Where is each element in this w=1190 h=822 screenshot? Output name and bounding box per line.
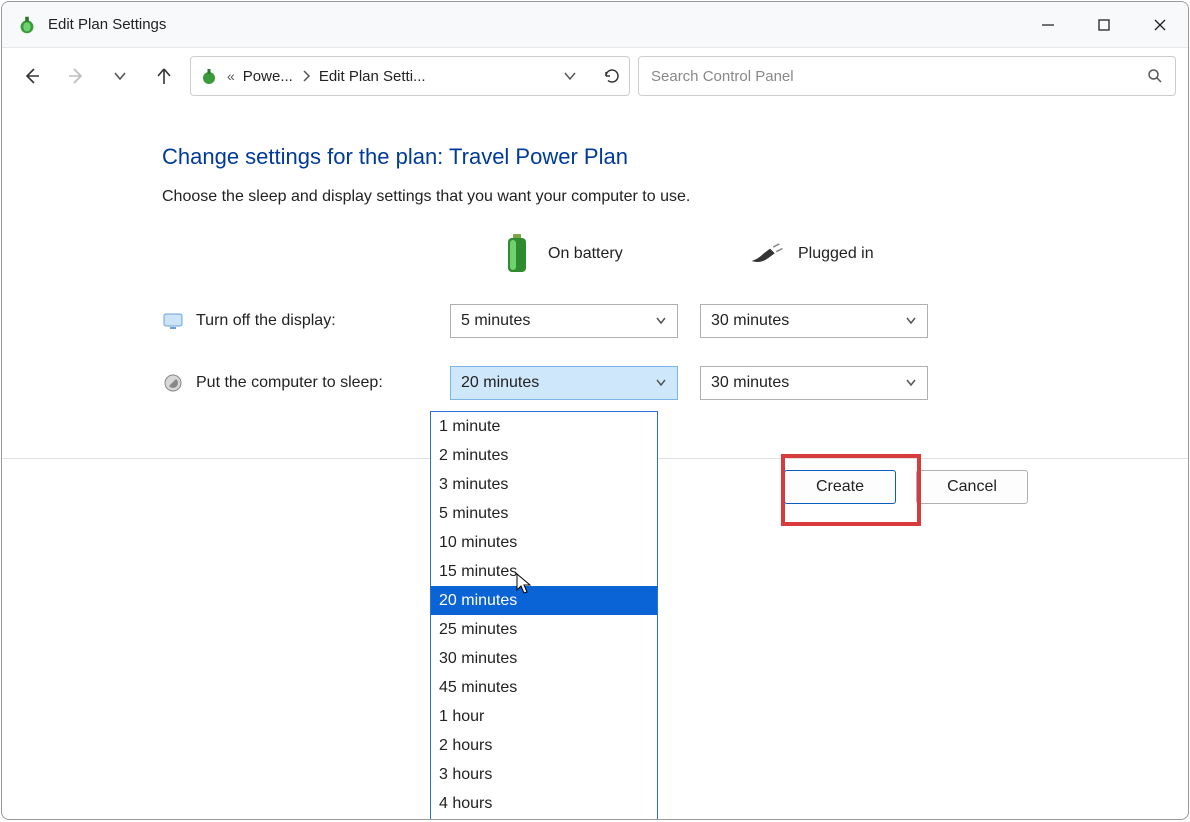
dropdown-option[interactable]: 30 minutes xyxy=(431,644,657,673)
nav-toolbar: « Powe... Edit Plan Setti... Search Cont… xyxy=(2,48,1188,104)
dropdown-option[interactable]: 3 hours xyxy=(431,760,657,789)
chevron-down-icon xyxy=(655,377,667,389)
breadcrumb-item-power[interactable]: Powe... xyxy=(243,68,293,85)
recent-locations-button[interactable] xyxy=(102,58,138,94)
forward-button[interactable] xyxy=(58,58,94,94)
up-button[interactable] xyxy=(146,58,182,94)
dropdown-option[interactable]: 2 minutes xyxy=(431,441,657,470)
search-icon[interactable] xyxy=(1147,68,1163,84)
dropdown-option[interactable]: 45 minutes xyxy=(431,673,657,702)
create-button-label: Create xyxy=(816,478,864,496)
display-icon xyxy=(162,310,184,332)
titlebar: Edit Plan Settings xyxy=(2,2,1188,48)
dropdown-option[interactable]: 4 hours xyxy=(431,789,657,818)
chevron-down-icon xyxy=(905,377,917,389)
row-label-display: Turn off the display: xyxy=(162,310,432,332)
close-button[interactable] xyxy=(1132,2,1188,48)
search-placeholder: Search Control Panel xyxy=(651,68,1147,85)
sleep-icon xyxy=(162,372,184,394)
row-label-sleep: Put the computer to sleep: xyxy=(162,372,432,394)
dropdown-option[interactable]: 1 minute xyxy=(431,412,657,441)
row-label-sleep-text: Put the computer to sleep: xyxy=(196,374,383,392)
select-sleep-battery[interactable]: 20 minutes xyxy=(450,366,678,400)
dropdown-option[interactable]: 1 hour xyxy=(431,702,657,731)
select-display-battery[interactable]: 5 minutes xyxy=(450,304,678,338)
content-area: Change settings for the plan: Travel Pow… xyxy=(2,104,1188,400)
dropdown-option[interactable]: 25 minutes xyxy=(431,615,657,644)
maximize-button[interactable] xyxy=(1076,2,1132,48)
breadcrumb-overflow-icon[interactable]: « xyxy=(225,68,237,84)
select-display-plugged-value: 30 minutes xyxy=(711,312,789,330)
row-label-display-text: Turn off the display: xyxy=(196,312,336,330)
cancel-button-label: Cancel xyxy=(947,478,997,496)
app-icon xyxy=(16,14,38,36)
column-header-plugged: Plugged in xyxy=(700,232,932,276)
back-button[interactable] xyxy=(14,58,50,94)
window-title: Edit Plan Settings xyxy=(48,16,166,33)
dropdown-option[interactable]: 15 minutes xyxy=(431,557,657,586)
create-button[interactable]: Create xyxy=(784,470,896,504)
select-sleep-plugged[interactable]: 30 minutes xyxy=(700,366,928,400)
sleep-battery-dropdown[interactable]: 1 minute2 minutes3 minutes5 minutes10 mi… xyxy=(430,411,658,820)
location-icon xyxy=(199,66,219,86)
select-display-battery-value: 5 minutes xyxy=(461,312,530,330)
dropdown-option[interactable]: 2 hours xyxy=(431,731,657,760)
window-frame: Edit Plan Settings « Powe xyxy=(1,1,1189,820)
cancel-button[interactable]: Cancel xyxy=(916,470,1028,504)
breadcrumb-separator-icon[interactable] xyxy=(299,70,313,82)
minimize-button[interactable] xyxy=(1020,2,1076,48)
chevron-down-icon xyxy=(905,315,917,327)
select-display-plugged[interactable]: 30 minutes xyxy=(700,304,928,338)
plug-icon xyxy=(750,232,784,276)
search-input[interactable]: Search Control Panel xyxy=(638,56,1176,96)
chevron-down-icon xyxy=(655,315,667,327)
page-subtext: Choose the sleep and display settings th… xyxy=(162,188,1028,206)
dropdown-option[interactable]: 5 minutes xyxy=(431,499,657,528)
address-dropdown-icon[interactable] xyxy=(561,69,579,83)
dropdown-option[interactable]: 5 hours xyxy=(431,818,657,820)
page-heading: Change settings for the plan: Travel Pow… xyxy=(162,144,1028,170)
refresh-button[interactable] xyxy=(603,67,621,85)
select-sleep-plugged-value: 30 minutes xyxy=(711,374,789,392)
column-header-plugged-label: Plugged in xyxy=(798,245,874,263)
battery-icon xyxy=(500,232,534,276)
column-header-battery: On battery xyxy=(450,232,682,276)
footer-buttons: Create Cancel xyxy=(784,470,1028,504)
dropdown-option[interactable]: 10 minutes xyxy=(431,528,657,557)
address-bar[interactable]: « Powe... Edit Plan Setti... xyxy=(190,56,630,96)
dropdown-option[interactable]: 3 minutes xyxy=(431,470,657,499)
settings-grid: On battery Plugged in Turn off the displ xyxy=(162,232,1028,400)
select-sleep-battery-value: 20 minutes xyxy=(461,374,539,392)
dropdown-option[interactable]: 20 minutes xyxy=(431,586,657,615)
column-header-battery-label: On battery xyxy=(548,245,623,263)
breadcrumb-item-editplan[interactable]: Edit Plan Setti... xyxy=(319,68,426,85)
